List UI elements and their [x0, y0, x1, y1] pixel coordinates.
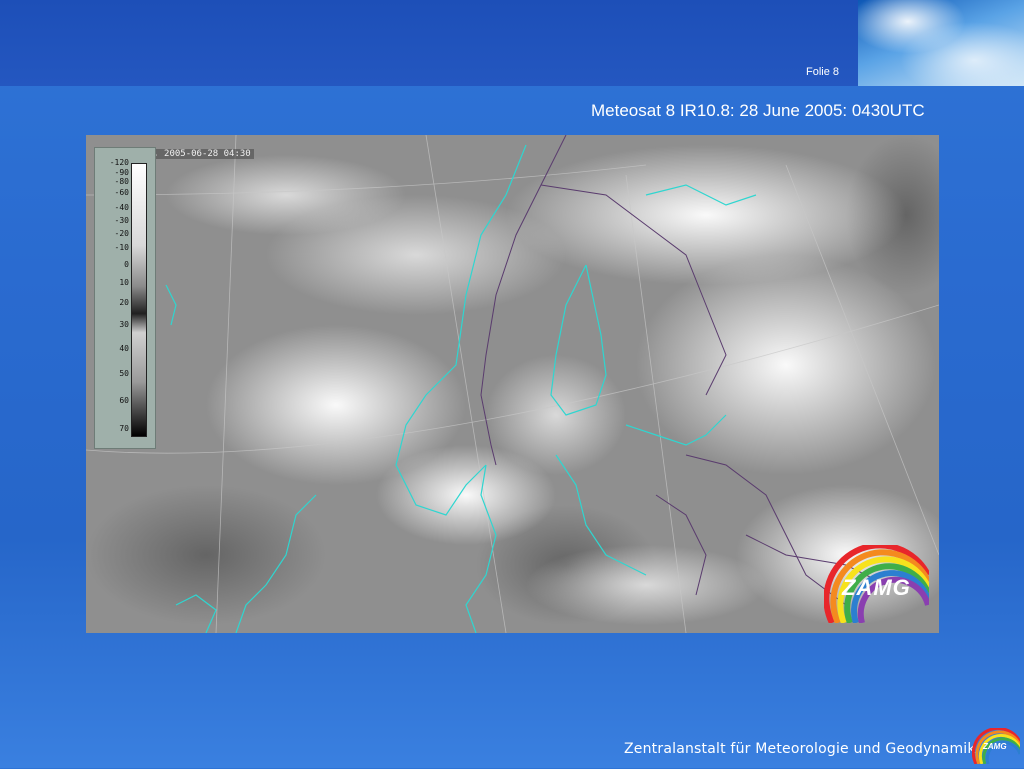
- footer-organization: Zentralanstalt für Meteorologie und Geod…: [624, 741, 976, 757]
- scale-tick: -40: [114, 203, 129, 212]
- scale-tick: -80: [114, 177, 129, 186]
- sky-photo: [858, 0, 1024, 86]
- scale-tick: -120: [109, 158, 129, 167]
- zamg-logo: ZAMG: [824, 545, 929, 623]
- footer-zamg-logo: ZAMG: [971, 726, 1022, 765]
- temperature-scale: -120 -90 -80 -60 -40 -30 -20 -10 0 10 20…: [94, 147, 156, 449]
- satellite-image: Sat: 1108B, 2005-06-28 04:30 -120 -90 -8…: [86, 135, 939, 633]
- scale-tick: 10: [119, 278, 129, 287]
- scale-tick: -30: [114, 216, 129, 225]
- slide-number: Folie 8: [806, 66, 840, 78]
- scale-tick: -90: [114, 168, 129, 177]
- scale-tick: -60: [114, 188, 129, 197]
- temperature-scale-bar: [131, 163, 147, 437]
- scale-tick: 20: [119, 298, 129, 307]
- scale-tick: 0: [124, 260, 129, 269]
- scale-tick: 60: [119, 396, 129, 405]
- footer-logo-text: ZAMG: [983, 742, 1007, 751]
- scale-tick: 40: [119, 344, 129, 353]
- scale-tick: 70: [119, 424, 129, 433]
- slide-title: Meteosat 8 IR10.8: 28 June 2005: 0430UTC: [591, 101, 925, 120]
- scale-tick: 30: [119, 320, 129, 329]
- scale-tick: -20: [114, 229, 129, 238]
- zamg-logo-text: ZAMG: [842, 575, 911, 600]
- scale-tick: 50: [119, 369, 129, 378]
- satellite-imagery: [86, 135, 939, 633]
- scale-tick: -10: [114, 243, 129, 252]
